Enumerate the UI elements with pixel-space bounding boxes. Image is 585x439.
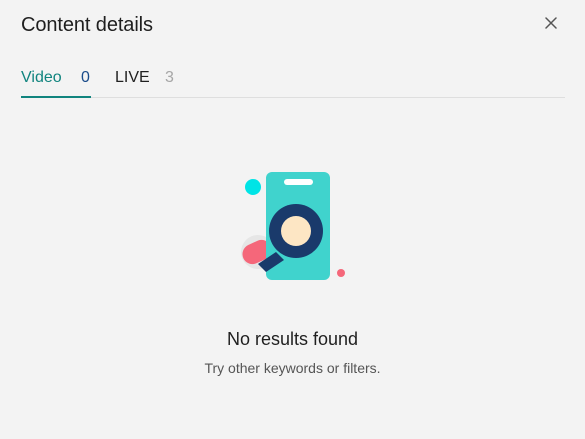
tab-live-count: 3 <box>165 69 174 86</box>
tab-live-label: LIVE <box>115 69 150 86</box>
tab-video[interactable]: Video 0 <box>21 69 91 98</box>
empty-state-subtitle: Try other keywords or filters. <box>204 360 381 376</box>
content-details-dialog: Content details Video 0 LIVE 3 No result… <box>0 0 585 439</box>
close-button[interactable] <box>540 12 562 34</box>
tab-video-label: Video <box>21 69 62 86</box>
dialog-title: Content details <box>21 14 153 36</box>
close-icon <box>545 17 557 29</box>
empty-state-title: No results found <box>226 329 359 349</box>
tab-bar: Video 0 LIVE 3 <box>21 62 565 98</box>
tab-video-count: 0 <box>81 69 90 86</box>
search-phone-illustration-icon <box>241 172 345 280</box>
tab-live[interactable]: LIVE 3 <box>115 69 179 98</box>
